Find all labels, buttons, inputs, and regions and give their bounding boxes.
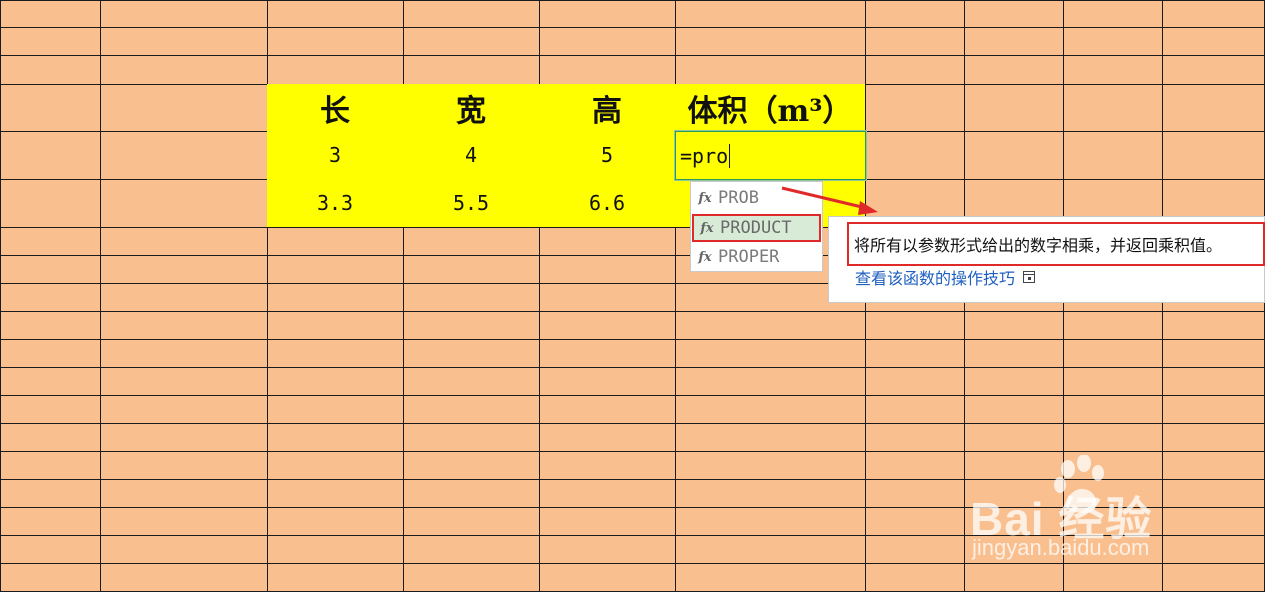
grid-row-line: [0, 451, 1265, 452]
function-icon: fx: [698, 190, 712, 206]
watermark-site: jingyan.baidu.com: [972, 535, 1150, 560]
autocomplete-item-product[interactable]: fx PRODUCT: [692, 214, 821, 242]
function-tips-link-label[interactable]: 查看该函数的操作技巧: [855, 265, 1015, 289]
autocomplete-item-label: PROB: [718, 188, 759, 208]
data-cell[interactable]: 6.6: [539, 179, 676, 228]
autocomplete-item-proper[interactable]: fx PROPER: [692, 243, 821, 271]
grid-row-line: [0, 55, 1265, 56]
function-icon: fx: [700, 220, 714, 236]
header-cell-height[interactable]: 高: [539, 84, 676, 132]
autocomplete-item-label: PROPER: [718, 247, 780, 267]
function-autocomplete-list[interactable]: fx PROB fx PRODUCT fx PROPER: [690, 181, 823, 272]
data-cell[interactable]: 3.3: [267, 179, 404, 228]
text-caret: [729, 143, 731, 168]
data-cell[interactable]: 5.5: [403, 179, 540, 228]
data-cell[interactable]: 3: [267, 131, 404, 180]
data-cell[interactable]: 5: [539, 131, 676, 180]
grid-row-line: [0, 311, 1265, 312]
grid-column-line: [100, 0, 101, 592]
autocomplete-item-prob[interactable]: fx PROB: [692, 184, 821, 212]
grid-row-line: [0, 0, 1265, 1]
baidu-jingyan-watermark: Bai 经验 jingyan.baidu.com: [970, 455, 1260, 565]
header-cell-length[interactable]: 长: [267, 84, 404, 132]
formula-text: =pro: [680, 143, 729, 168]
data-cell[interactable]: 4: [403, 131, 540, 180]
autocomplete-item-label: PRODUCT: [720, 218, 792, 238]
header-cell-volume[interactable]: 体积（m³）: [675, 84, 866, 132]
function-description: 将所有以参数形式给出的数字相乘，并返回乘积值。: [847, 222, 1265, 266]
grid-column-line: [0, 0, 1, 592]
grid-row-line: [0, 367, 1265, 368]
grid-row-line: [0, 395, 1265, 396]
function-icon: fx: [698, 249, 712, 265]
grid-row-line: [0, 423, 1265, 424]
active-formula-cell[interactable]: =pro: [674, 130, 867, 181]
function-tips-link[interactable]: 查看该函数的操作技巧: [855, 265, 1036, 289]
grid-row-line: [0, 339, 1265, 340]
header-cell-width[interactable]: 宽: [403, 84, 540, 132]
grid-row-line: [0, 27, 1265, 28]
window-icon: [1023, 271, 1036, 283]
